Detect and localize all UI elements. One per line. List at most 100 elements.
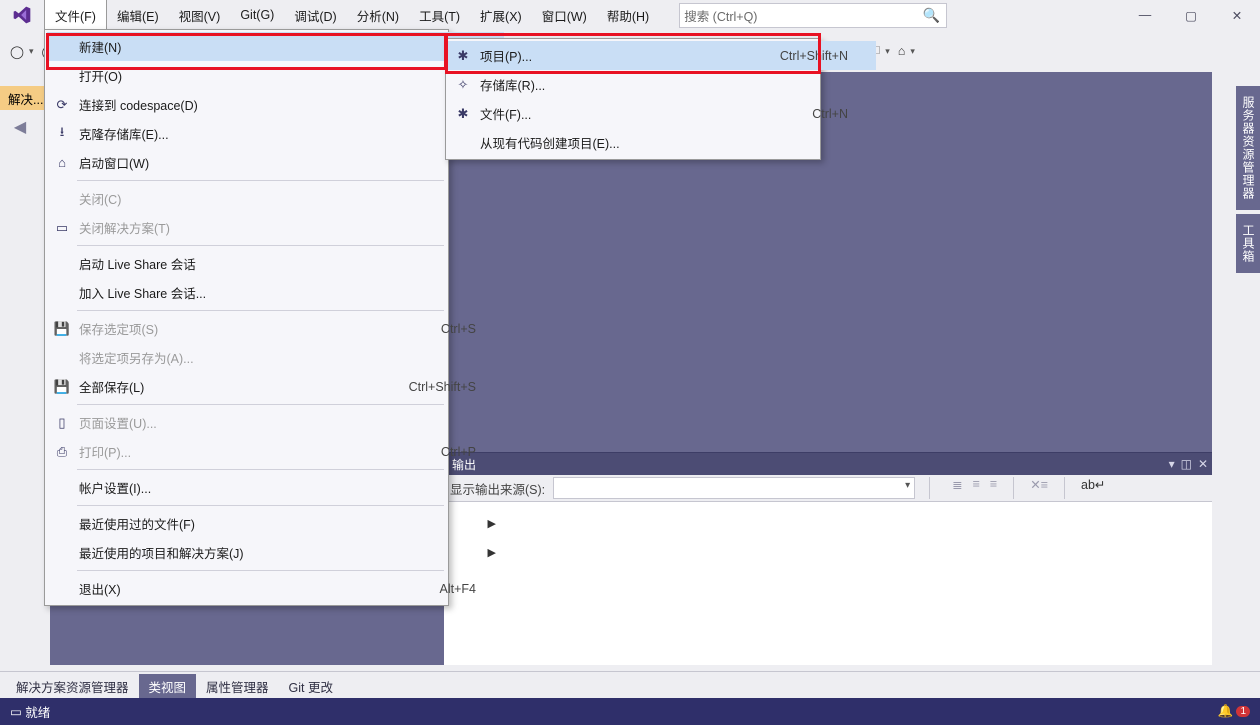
doc-tab[interactable]: Git 更改: [279, 674, 343, 698]
menu-item-icon: ✧: [454, 77, 472, 93]
menu-item: ⎙打印(P)...Ctrl+P: [47, 437, 504, 466]
menu-item[interactable]: 退出(X) Alt+F4: [47, 574, 504, 603]
menu-item-icon: ▯: [53, 415, 71, 431]
menu-item-label: 从现有代码创建项目(E)...: [480, 133, 620, 152]
menu-item[interactable]: 💾 全部保存(L) Ctrl+Shift+S: [47, 372, 504, 401]
menu-item-label: 退出(X): [79, 579, 121, 598]
menu-item[interactable]: 打开(O)▶: [47, 61, 504, 90]
menu-separator: [77, 469, 444, 470]
bottom-doc-tabs: 解决方案资源管理器类视图属性管理器Git 更改: [0, 671, 1260, 698]
menu-bar: 文件(F)编辑(E)视图(V)Git(G)调试(D)分析(N)工具(T)扩展(X…: [0, 0, 1260, 30]
menu-item-label: 启动 Live Share 会话: [79, 254, 196, 273]
menu-item[interactable]: ⭳ 克隆存储库(E)...: [47, 119, 504, 148]
output-toolbar: 显示输出来源(S): ≣ ≡ ≡ ✕≡ ab↵: [444, 475, 1212, 502]
menu-item-icon: ⭳: [53, 123, 71, 145]
menu-item-label: 关闭(C): [79, 189, 121, 208]
menu-编辑[interactable]: 编辑(E): [107, 0, 169, 30]
menu-item-label: 文件(F)...: [480, 104, 531, 123]
menu-item[interactable]: 启动 Live Share 会话: [47, 249, 504, 278]
menu-item-label: 项目(P)...: [480, 46, 532, 65]
output-panel: 输出 ▾ ◫ ✕ 显示输出来源(S): ≣ ≡ ≡ ✕≡ ab↵: [444, 452, 1212, 665]
menu-item-label: 最近使用的项目和解决方案(J): [79, 543, 244, 562]
menu-item-shortcut: Ctrl+Shift+N: [780, 49, 848, 63]
output-panel-title: 输出 ▾ ◫ ✕: [444, 453, 1212, 475]
menu-separator: [77, 404, 444, 405]
menu-item-icon: ⌂: [53, 155, 71, 170]
menu-扩展[interactable]: 扩展(X): [470, 0, 532, 30]
menu-item[interactable]: ⟳ 连接到 codespace(D): [47, 90, 504, 119]
status-ready: 就绪: [25, 702, 50, 721]
nav-back-button[interactable]: ◯: [6, 39, 38, 63]
menu-item[interactable]: ✧ 存储库(R)...: [448, 70, 876, 99]
wrap-icon[interactable]: ab↵: [1081, 477, 1105, 499]
panel-menu-icon[interactable]: ▾: [1169, 457, 1175, 471]
search-placeholder: 搜索 (Ctrl+Q): [684, 6, 757, 25]
menu-item[interactable]: ✱文件(F)...Ctrl+N: [448, 99, 876, 128]
menu-item-icon: ⟳: [53, 97, 71, 113]
output-source-select[interactable]: [553, 477, 915, 499]
menu-item-label: 保存选定项(S): [79, 319, 158, 338]
menu-item[interactable]: 加入 Live Share 会话...: [47, 278, 504, 307]
close-button[interactable]: ✕: [1214, 0, 1260, 30]
menu-separator: [77, 245, 444, 246]
minimize-button[interactable]: ―: [1122, 0, 1168, 30]
menu-调试[interactable]: 调试(D): [284, 0, 346, 30]
right-sidebar-tabs: 服务器资源管理器工具箱: [1236, 86, 1260, 277]
menu-item: 💾保存选定项(S)Ctrl+S: [47, 314, 504, 343]
menu-separator: [77, 180, 444, 181]
menu-item: ▯ 页面设置(U)...: [47, 408, 504, 437]
menu-item[interactable]: 帐户设置(I)...: [47, 473, 504, 502]
menu-item-label: 加入 Live Share 会话...: [79, 283, 206, 302]
new-submenu: ✱项目(P)...Ctrl+Shift+N✧存储库(R)...✱文件(F)...…: [445, 38, 821, 160]
menu-视图[interactable]: 视图(V): [169, 0, 231, 30]
menu-item: 关闭(C): [47, 184, 504, 213]
menu-item: 将选定项另存为(A)...: [47, 343, 504, 372]
doc-tab[interactable]: 类视图: [139, 674, 197, 698]
search-input[interactable]: 搜索 (Ctrl+Q) 🔍: [679, 3, 947, 28]
maximize-button[interactable]: ▢: [1168, 0, 1214, 30]
menu-item[interactable]: 从现有代码创建项目(E)...: [448, 128, 876, 157]
menu-item-label: 关闭解决方案(T): [79, 218, 170, 237]
menu-item-label: 将选定项另存为(A)...: [79, 348, 194, 367]
clear-output-icon[interactable]: ✕≡: [1030, 477, 1048, 499]
menu-separator: [77, 505, 444, 506]
menu-item-icon: 💾: [53, 379, 71, 395]
menu-item-shortcut: Ctrl+Shift+S: [409, 380, 476, 394]
menu-item[interactable]: ⌂ 启动窗口(W): [47, 148, 504, 177]
doc-tab[interactable]: 解决方案资源管理器: [6, 674, 139, 698]
output-icon[interactable]: ≡: [973, 477, 980, 499]
menu-separator: [77, 570, 444, 571]
menu-item-label: 全部保存(L): [79, 377, 144, 396]
menu-git[interactable]: Git(G): [230, 0, 284, 30]
menu-item[interactable]: 最近使用的项目和解决方案(J)▶: [47, 538, 504, 567]
menu-item[interactable]: 新建(N)▶: [47, 32, 504, 61]
menu-工具[interactable]: 工具(T): [409, 0, 470, 30]
menu-文件[interactable]: 文件(F): [44, 0, 107, 30]
menu-item-label: 新建(N): [79, 37, 121, 56]
menu-帮助[interactable]: 帮助(H): [597, 0, 659, 30]
menu-item-label: 克隆存储库(E)...: [79, 124, 169, 143]
file-menu: 新建(N)▶打开(O)▶⟳连接到 codespace(D)⭳克隆存储库(E)..…: [44, 29, 449, 606]
menu-item[interactable]: 最近使用过的文件(F)▶: [47, 509, 504, 538]
menu-item-label: 页面设置(U)...: [79, 413, 157, 432]
notifications-button[interactable]: 🔔 1: [1218, 704, 1250, 719]
right-tab[interactable]: 工具箱: [1236, 214, 1260, 273]
close-panel-icon[interactable]: ✕: [1198, 457, 1208, 471]
search-icon: 🔍: [923, 7, 940, 24]
output-icon[interactable]: ≡: [990, 477, 997, 499]
pin-icon[interactable]: ◫: [1181, 457, 1192, 471]
menu-item-label: 打印(P)...: [79, 442, 131, 461]
home-button[interactable]: ⌂: [894, 39, 919, 63]
right-tab[interactable]: 服务器资源管理器: [1236, 86, 1260, 210]
nav-back-icon[interactable]: ◀: [5, 114, 35, 140]
output-body[interactable]: [444, 502, 1212, 665]
doc-tab[interactable]: 属性管理器: [196, 674, 279, 698]
menu-item-label: 存储库(R)...: [480, 75, 545, 94]
menu-item[interactable]: ✱项目(P)...Ctrl+Shift+N: [448, 41, 876, 70]
menu-item-label: 启动窗口(W): [79, 153, 149, 172]
menu-item-shortcut: Alt+F4: [440, 582, 476, 596]
menu-窗口[interactable]: 窗口(W): [532, 0, 597, 30]
menu-分析[interactable]: 分析(N): [347, 0, 409, 30]
menu-item-label: 连接到 codespace(D): [79, 95, 198, 114]
output-icon[interactable]: ≣: [952, 477, 962, 499]
